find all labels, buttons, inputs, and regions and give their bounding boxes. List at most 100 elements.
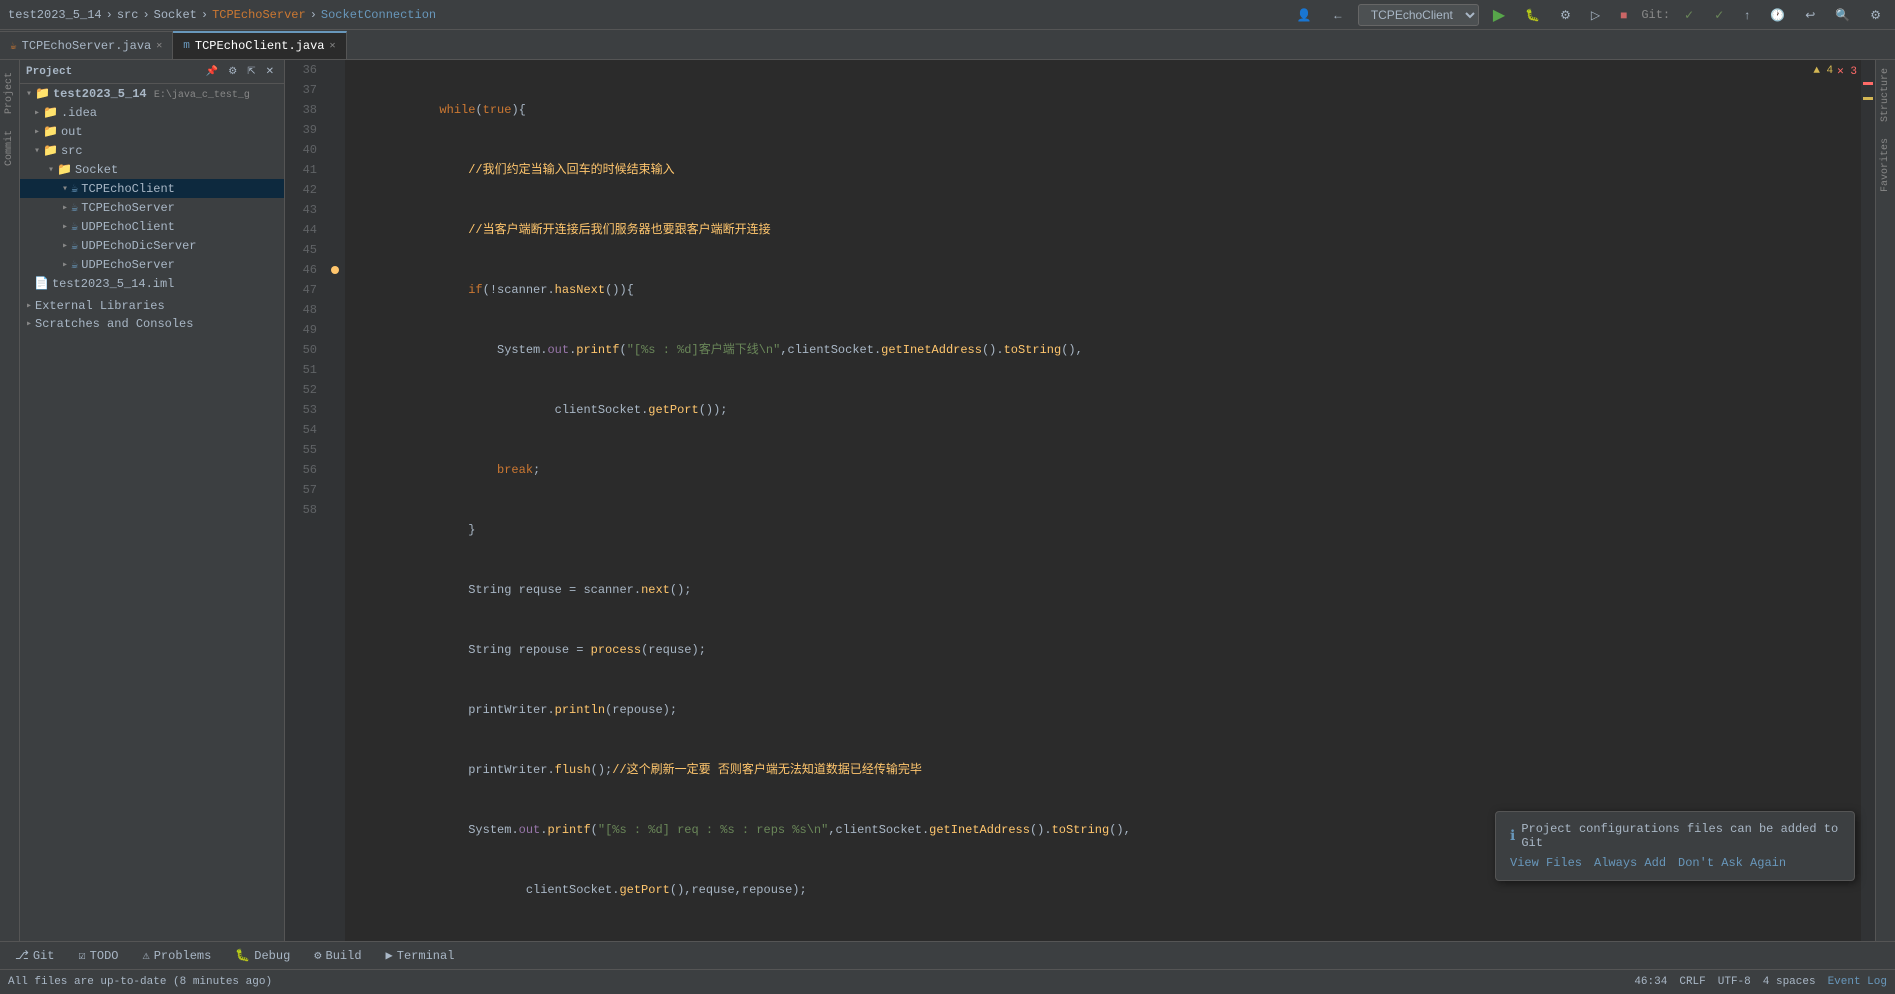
gutter-47 <box>325 280 345 300</box>
line-endings[interactable]: CRLF <box>1679 976 1705 988</box>
tab-tcpclient[interactable]: m TCPEchoClient.java ✕ <box>173 31 346 59</box>
run-config-dropdown[interactable]: TCPEchoClient <box>1358 4 1479 26</box>
arrow-icon-udpechoclient: ▸ <box>62 221 68 233</box>
back-button[interactable]: ← <box>1326 6 1350 24</box>
ln-50: 50 <box>293 340 317 360</box>
project-stripe-label[interactable]: Project <box>2 64 17 122</box>
stop-button[interactable]: ■ <box>1614 6 1633 24</box>
ln-54: 54 <box>293 420 317 440</box>
sidebar-gear-button[interactable]: ⚙ <box>224 64 241 79</box>
git-revert-button[interactable]: ↩ <box>1799 6 1821 24</box>
tree-item-udpechodicserver[interactable]: ▸ ☕ UDPEchoDicServer <box>20 236 284 255</box>
cursor-position[interactable]: 46:34 <box>1634 976 1667 988</box>
notification-links: View Files Always Add Don't Ask Again <box>1510 856 1840 870</box>
tabs-bar: ☕ TCPEchoServer.java ✕ m TCPEchoClient.j… <box>0 30 1895 60</box>
tree-item-udpechoclient[interactable]: ▸ ☕ UDPEchoClient <box>20 217 284 236</box>
event-log[interactable]: Event Log <box>1828 976 1887 988</box>
ln-56: 56 <box>293 460 317 480</box>
sidebar: Project 📌 ⚙ ⇱ ✕ ▾ 📁 test2023_5_14 E:\jav… <box>20 60 285 941</box>
gutter-43 <box>325 200 345 220</box>
gutter-50 <box>325 340 345 360</box>
tree-socket-label: Socket <box>75 163 118 177</box>
right-stripe <box>1861 60 1875 941</box>
tree-item-udpechoserver[interactable]: ▸ ☕ UDPEchoServer <box>20 255 284 274</box>
sidebar-pin-button[interactable]: 📌 <box>202 64 222 79</box>
tree-item-out[interactable]: ▸ 📁 out <box>20 122 284 141</box>
favorites-label[interactable]: Favorites <box>1878 130 1893 200</box>
gutter-41 <box>325 160 345 180</box>
sidebar-expand-button[interactable]: ⇱ <box>243 64 259 79</box>
arrow-icon-socket: ▾ <box>48 164 54 176</box>
tab-build[interactable]: ⚙ Build <box>303 945 372 966</box>
tree-item-tcpechoclient[interactable]: ▾ ☕ TCPEchoClient <box>20 179 284 198</box>
tab-todo[interactable]: ☑ TODO <box>67 945 129 966</box>
breadcrumb-socket[interactable]: Socket <box>154 8 197 22</box>
ln-46: 46 <box>293 260 317 280</box>
dont-ask-link[interactable]: Don't Ask Again <box>1678 856 1786 870</box>
gutter-36 <box>325 60 345 80</box>
notification-title: ℹ Project configurations files can be ad… <box>1510 822 1840 850</box>
encoding[interactable]: UTF-8 <box>1718 976 1751 988</box>
tab-debug[interactable]: 🐛 Debug <box>224 945 301 966</box>
tree-item-iml[interactable]: 📄 test2023_5_14.iml <box>20 274 284 293</box>
pkg-icon-udpechodicserver: ☕ <box>71 238 78 253</box>
code-line-47: printWriter.flush();//这个刷新一定要 否则客户端无法知道数… <box>353 760 1853 780</box>
code-content[interactable]: while(true){ //我们约定当输入回车的时候结束输入 //当客户端断开… <box>345 60 1861 941</box>
status-bar: All files are up-to-date (8 minutes ago)… <box>0 969 1895 994</box>
gutter-48 <box>325 300 345 320</box>
ln-48: 48 <box>293 300 317 320</box>
tree-item-src[interactable]: ▾ 📁 src <box>20 141 284 160</box>
tree-item-external[interactable]: ▸ External Libraries <box>20 297 284 315</box>
warning-count: ▲ 4 ✕ 3 <box>1813 64 1857 78</box>
profile-button[interactable]: 👤 <box>1291 6 1318 24</box>
tree-project-root[interactable]: ▾ 📁 test2023_5_14 E:\java_c_test_g <box>20 84 284 103</box>
ln-40: 40 <box>293 140 317 160</box>
tab-tcpclient-label: TCPEchoClient.java <box>195 39 325 53</box>
tab-problems[interactable]: ⚠ Problems <box>131 945 222 966</box>
code-editor[interactable]: 36 37 38 39 40 41 42 43 44 45 46 47 48 4… <box>285 60 1875 941</box>
coverage-button[interactable]: ⚙ <box>1554 6 1577 24</box>
git-check-button[interactable]: ✓ <box>1678 6 1700 24</box>
gutter-39 <box>325 120 345 140</box>
tab-tcpserver[interactable]: ☕ TCPEchoServer.java ✕ <box>0 31 173 59</box>
ln-55: 55 <box>293 440 317 460</box>
ln-41: 41 <box>293 160 317 180</box>
tree-item-tcpechoserver[interactable]: ▸ ☕ TCPEchoServer <box>20 198 284 217</box>
sidebar-close-button[interactable]: ✕ <box>262 64 278 79</box>
warning-badge: ▲ 4 <box>1813 65 1833 77</box>
ln-53: 53 <box>293 400 317 420</box>
structure-label[interactable]: Structure <box>1878 60 1893 130</box>
debug-button[interactable]: 🐛 <box>1519 6 1546 24</box>
breadcrumb-socketconn[interactable]: SocketConnection <box>321 8 436 22</box>
tab-terminal[interactable]: ▶ Terminal <box>375 945 466 966</box>
breadcrumb-project[interactable]: test2023_5_14 <box>8 8 102 22</box>
always-add-link[interactable]: Always Add <box>1594 856 1666 870</box>
breadcrumb-src[interactable]: src <box>117 8 139 22</box>
arrow-icon-idea: ▸ <box>34 107 40 119</box>
tree-tcpechoclient-label: TCPEchoClient <box>81 182 175 196</box>
tree-item-idea[interactable]: ▸ 📁 .idea <box>20 103 284 122</box>
profile-run-button[interactable]: ▷ <box>1585 6 1606 24</box>
ln-45: 45 <box>293 240 317 260</box>
breadcrumb-tcpserver[interactable]: TCPEchoServer <box>212 8 306 22</box>
tab-git[interactable]: ⎇ Git <box>4 945 65 966</box>
tree-iml-label: test2023_5_14.iml <box>52 277 174 291</box>
git-history-button[interactable]: 🕐 <box>1764 6 1791 24</box>
search-button[interactable]: 🔍 <box>1829 6 1856 24</box>
tree-item-socket[interactable]: ▾ 📁 Socket <box>20 160 284 179</box>
tab-tcpclient-close[interactable]: ✕ <box>330 40 336 52</box>
tab-tcpserver-close[interactable]: ✕ <box>156 40 162 52</box>
gutter-55 <box>325 440 345 460</box>
tree-item-scratches[interactable]: ▸ Scratches and Consoles <box>20 315 284 333</box>
git-push-button[interactable]: ↑ <box>1738 6 1756 24</box>
code-line-43: } <box>353 520 1853 540</box>
run-button[interactable]: ▶ <box>1487 3 1511 27</box>
indent[interactable]: 4 spaces <box>1763 976 1816 988</box>
git-check2-button[interactable]: ✓ <box>1708 6 1730 24</box>
terminal-tab-label: Terminal <box>397 949 455 963</box>
settings-button[interactable]: ⚙ <box>1864 6 1887 24</box>
gutter-45 <box>325 240 345 260</box>
view-files-link[interactable]: View Files <box>1510 856 1582 870</box>
ln-42: 42 <box>293 180 317 200</box>
commit-stripe-label[interactable]: Commit <box>2 122 17 174</box>
